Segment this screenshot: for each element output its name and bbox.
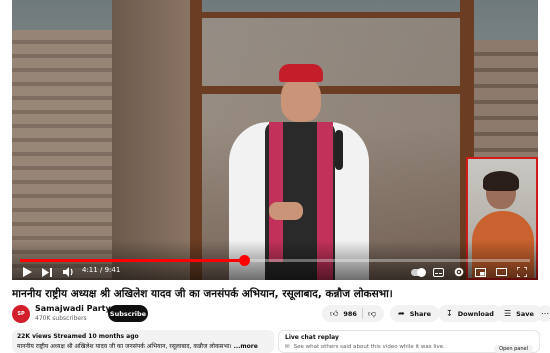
download-button[interactable]: ↧ Download [438, 305, 502, 322]
video-frame [12, 0, 538, 280]
captions-button[interactable] [431, 264, 445, 280]
progress-bar[interactable] [20, 255, 530, 266]
description-body: माननीय राष्ट्रीय अध्यक्ष श्री अखिलेश याद… [17, 343, 234, 350]
chat-icon: ✉ [285, 344, 290, 350]
video-title: माननीय राष्ट्रीय अध्यक्ष श्री अखिलेश याद… [12, 288, 393, 300]
download-icon: ↧ [446, 309, 453, 318]
miniplayer-button[interactable] [473, 264, 487, 280]
more-icon: ⋯ [541, 309, 549, 318]
autoplay-toggle[interactable] [410, 264, 426, 280]
thumbs-down-icon[interactable]: 👎︎ [368, 309, 376, 319]
current-time: 4:11 [82, 266, 98, 274]
video-player[interactable]: 4:11 / 9:41 [12, 0, 538, 280]
show-more-link[interactable]: ...more [234, 343, 258, 350]
save-button[interactable]: ☰ Save [496, 305, 542, 322]
description-box[interactable]: 22K views Streamed 10 months ago माननीय … [12, 330, 274, 353]
fullscreen-button[interactable] [515, 264, 529, 280]
open-panel-button[interactable]: Open panel [494, 345, 533, 353]
captions-icon [432, 267, 444, 277]
live-chat-replay: Live chat replay ✉ See what others said … [278, 330, 540, 353]
live-chat-text: See what others said about this video wh… [293, 344, 445, 350]
share-icon: ➦ [398, 309, 405, 318]
volume-icon [62, 267, 73, 277]
miniplayer-icon [474, 267, 486, 277]
fullscreen-icon [517, 267, 527, 277]
settings-button[interactable] [452, 264, 466, 280]
player-controls: 4:11 / 9:41 [12, 264, 538, 280]
like-count[interactable]: 986 [343, 310, 357, 318]
progress-fill [20, 259, 245, 262]
channel-name-wrap[interactable]: Samajwadi Party ✔ [35, 304, 119, 313]
next-icon [42, 267, 52, 277]
settings-icon [454, 267, 464, 277]
live-chat-title: Live chat replay [285, 334, 339, 341]
theater-icon [495, 268, 507, 276]
time-display: 4:11 / 9:41 [82, 266, 121, 274]
play-button[interactable] [20, 264, 34, 280]
share-label: Share [409, 309, 432, 318]
microphone [335, 130, 343, 170]
play-icon [22, 267, 32, 277]
share-button[interactable]: ➦ Share [390, 305, 440, 322]
like-dislike-group: 👍︎ 986 👎︎ [322, 305, 385, 322]
subscriber-count: 470K subscribers [35, 315, 87, 322]
more-actions-button[interactable]: ⋯ [537, 305, 550, 322]
description-text: माननीय राष्ट्रीय अध्यक्ष श्री अखिलेश याद… [17, 342, 269, 350]
channel-row: SP Samajwadi Party ✔ 470K subscribers Su… [12, 303, 550, 325]
channel-avatar[interactable]: SP [12, 305, 30, 323]
volume-button[interactable] [61, 264, 75, 280]
thumbs-up-icon[interactable]: 👍︎ [330, 309, 338, 319]
download-label: Download [457, 309, 494, 318]
channel-name[interactable]: Samajwadi Party [35, 304, 111, 313]
next-button[interactable] [40, 264, 54, 280]
save-icon: ☰ [504, 309, 512, 318]
view-count-and-date: 22K views Streamed 10 months ago [17, 333, 139, 340]
save-label: Save [516, 309, 534, 318]
subscribe-button[interactable]: Subscribe [108, 305, 148, 322]
duration: 9:41 [104, 266, 121, 274]
theater-button[interactable] [494, 264, 508, 280]
